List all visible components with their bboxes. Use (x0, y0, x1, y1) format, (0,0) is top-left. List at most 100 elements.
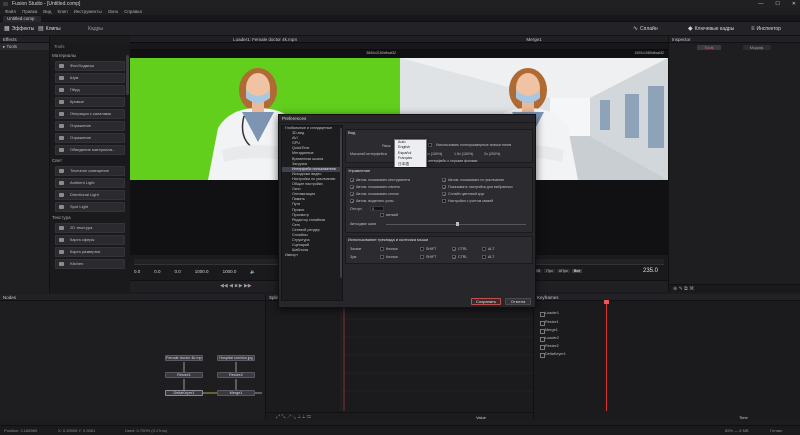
indent-input[interactable]: 0 (370, 206, 384, 211)
menu-edit[interactable]: Правка (22, 8, 37, 15)
spline-tools-icons[interactable]: ⤢ ⤡ ↗ ↘ ⊥ ⟂ ⇆ (276, 414, 311, 420)
mouse-modifier-checkbox[interactable] (482, 247, 486, 251)
minimize-button[interactable]: — (758, 0, 763, 8)
control-checkbox[interactable] (442, 199, 446, 203)
menu-tools[interactable]: Инструменты (74, 8, 102, 15)
keyframes-time-label[interactable]: Time (739, 415, 748, 420)
save-button[interactable]: Сохранить (471, 298, 501, 305)
mouse-modifier-checkbox[interactable] (420, 255, 424, 259)
spline-toggle-button[interactable]: ∿ Сплайн (633, 25, 658, 33)
mouse-modifier-checkbox[interactable] (482, 255, 486, 259)
tool-item[interactable]: Spot Light (55, 202, 125, 212)
keyframe-row[interactable]: DeltaKeyer1 (540, 352, 566, 358)
effects-tree-label: Tools (6, 44, 17, 49)
tool-item[interactable]: Кривые (55, 97, 125, 107)
close-button[interactable]: ✕ (792, 0, 796, 8)
menu-file[interactable]: Файл (5, 8, 16, 15)
playhead-marker-icon[interactable] (604, 300, 609, 304)
frames-button[interactable]: Кадры (88, 25, 103, 33)
mouse-modifier-checkbox[interactable]: ✓ (452, 255, 456, 260)
effects-tree-item-tools[interactable]: ▸ Tools (0, 43, 49, 50)
tool-item[interactable]: Отражение (55, 121, 125, 131)
autoshift-slider-handle[interactable] (456, 222, 459, 226)
global-end[interactable]: 1000.0 (223, 269, 237, 275)
preferences-title: Preferences (279, 115, 535, 123)
tool-item[interactable]: Операция с каналами (55, 109, 125, 119)
keyframes-title: Keyframes (534, 294, 800, 301)
audio-icon[interactable]: 🔈 (250, 269, 256, 275)
clips-button[interactable]: ▤ Клипы (38, 25, 61, 33)
tool-item[interactable]: Ambient Light (55, 178, 125, 188)
effects-button[interactable]: ▦ Эффекты (4, 25, 34, 33)
tool-item[interactable]: 2D текстура (55, 223, 125, 233)
control-checkbox[interactable]: ✓ (442, 178, 446, 183)
pref-category[interactable]: Импорт (282, 253, 342, 258)
tools-scrollbar[interactable] (126, 55, 129, 95)
menu-view[interactable]: Вид (43, 8, 51, 15)
mouse-modifier-checkbox[interactable] (420, 247, 424, 251)
render-end[interactable]: 1000.0 (195, 269, 209, 275)
spline-toggle-label: Сплайн (640, 26, 658, 32)
cancel-button[interactable]: Отмена (505, 298, 531, 305)
render-start[interactable]: 0.0 (154, 269, 160, 275)
preferences-list-scrollbar[interactable] (340, 128, 342, 278)
inspector-footer-icons[interactable]: ⊕ ✎ ⧉ ⌘ (673, 286, 694, 292)
control-checkbox[interactable]: ✓ (350, 192, 354, 197)
control-checkbox[interactable]: ✓ (350, 178, 354, 183)
tool-item[interactable]: Точечное освещение (55, 166, 125, 176)
native-icons-checkbox[interactable] (428, 143, 432, 147)
inspector-tab-tools[interactable]: Tools (697, 45, 721, 50)
viewer-right-toolbar (400, 43, 668, 50)
global-start[interactable]: 0.0 (134, 269, 140, 275)
control-option-label: Автом. показывать инструменты (356, 178, 411, 182)
control-checkbox[interactable]: ✓ (442, 185, 446, 190)
maximize-button[interactable]: ☐ (775, 0, 779, 8)
mouse-modifier-checkbox[interactable] (380, 247, 384, 251)
tool-item[interactable]: Отражение (55, 133, 125, 143)
keyframe-row[interactable]: Resize1 (540, 320, 559, 326)
mouse-modifier-checkbox[interactable] (380, 255, 384, 259)
tool-item[interactable]: Kitchen (55, 259, 125, 269)
mouse-row-label: Зум (350, 255, 357, 259)
menu-bar: Файл Правка Вид Клип Инструменты Окно Сп… (0, 8, 800, 15)
auto-proxy-button[interactable]: АПрк (556, 269, 570, 273)
tool-item[interactable]: Directional Light (55, 190, 125, 200)
small-checkbox[interactable] (380, 213, 384, 217)
tool-item[interactable]: Карта сферы (55, 235, 125, 245)
tools-category[interactable]: Материалы (50, 52, 130, 60)
control-checkbox[interactable]: ✓ (350, 199, 354, 204)
current-frame[interactable]: 235.0 (643, 268, 658, 274)
tools-category[interactable]: Свет (50, 157, 130, 165)
mouse-modifier-label: CTRL (458, 255, 468, 259)
keyframe-row[interactable]: Loader2 (540, 336, 559, 342)
menu-clip[interactable]: Клип (57, 8, 67, 15)
all-button[interactable]: Все (571, 269, 583, 273)
mouse-modifier-checkbox[interactable]: ✓ (452, 247, 456, 252)
scale-150-option[interactable]: 1.5x (150%) (454, 152, 473, 156)
inspector-toggle-button[interactable]: ≡ Инспектор (751, 25, 781, 33)
tool-item[interactable]: Обведение материала... (55, 145, 125, 155)
scale-100-option[interactable]: 1x (100%) (426, 152, 442, 156)
tool-item[interactable]: Карта развертки (55, 247, 125, 257)
keyframe-row[interactable]: Merge1 (540, 328, 558, 334)
main-toolbar: ▦ Эффекты ▤ Клипы Кадры ∿ Сплайн ◆ Ключе… (0, 22, 800, 36)
inspector-tab-modifiers[interactable]: Модиф. (743, 45, 771, 50)
menu-window[interactable]: Окно (108, 8, 118, 15)
tool-item[interactable]: Пёрд (55, 85, 125, 95)
control-checkbox[interactable]: ✓ (350, 185, 354, 190)
tools-category[interactable]: Текстура (50, 214, 130, 222)
keyframes-playhead[interactable] (606, 301, 607, 411)
scale-200-option[interactable]: 2x (200%) (484, 152, 500, 156)
keyframes-toggle-button[interactable]: ◆ Ключевые кадры (688, 25, 734, 33)
proxy-button[interactable]: Прк (544, 269, 555, 273)
current-time[interactable]: 0.0 (175, 269, 181, 275)
tool-item[interactable]: Фон/Ходжиш (55, 61, 125, 71)
keyframe-row[interactable]: Loader1 (540, 311, 559, 317)
menu-help[interactable]: Справка (124, 8, 142, 15)
tool-item[interactable]: Шум (55, 73, 125, 83)
mouse-row-label: Захват (350, 247, 362, 251)
playback-controls[interactable]: ◀◀ ◀ ■ ▶ ▶▶ (220, 283, 252, 289)
keyframe-row[interactable]: Resize2 (540, 344, 559, 350)
effects-panel-title: Effects (0, 36, 49, 43)
control-checkbox[interactable]: ✓ (442, 192, 446, 197)
